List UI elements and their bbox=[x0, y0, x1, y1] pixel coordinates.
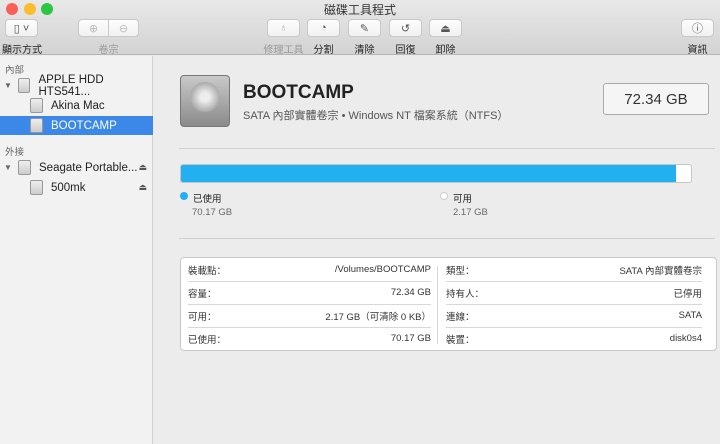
erase-label: 清除 bbox=[354, 45, 375, 56]
add-volume-icon: ⊕ bbox=[88, 22, 99, 35]
hard-disk-icon bbox=[180, 75, 230, 127]
item-label: Seagate Portable... bbox=[39, 161, 138, 174]
free-label: 可用 bbox=[453, 194, 473, 205]
unmount-label: 卸除 bbox=[435, 45, 456, 56]
detail-row: 持有人： 已停用 bbox=[446, 288, 702, 300]
eject-icon[interactable]: ⏏ bbox=[138, 162, 147, 173]
item-label: Akina Mac bbox=[51, 99, 105, 112]
free-value: 2.17 GB bbox=[453, 207, 488, 218]
detail-row: 已使用： 70.17 GB bbox=[188, 333, 431, 346]
eject-icon[interactable]: ⏏ bbox=[138, 182, 147, 193]
hdd-icon bbox=[18, 78, 31, 93]
volume-name: BOOTCAMP bbox=[243, 82, 354, 103]
volume-subtitle: SATA 內部實體卷宗 • Windows NT 檔案系統（NTFS） bbox=[243, 110, 509, 122]
disclosure-triangle-icon[interactable]: ▼ bbox=[4, 81, 12, 90]
stethoscope-icon: ♁ bbox=[279, 22, 288, 34]
erase-icon: ✎ bbox=[359, 22, 370, 35]
remove-volume-icon: ⊖ bbox=[118, 22, 129, 35]
detail-row: 類型： SATA 內部實體卷宗 bbox=[446, 265, 702, 277]
main-panel: BOOTCAMP SATA 內部實體卷宗 • Windows NT 檔案系統（N… bbox=[154, 56, 720, 444]
sidebar-item-500mk[interactable]: 500mk ⏏ bbox=[0, 178, 153, 197]
item-label: BOOTCAMP bbox=[51, 119, 117, 132]
usage-bar-used bbox=[181, 165, 676, 182]
disclosure-triangle-icon[interactable]: ▼ bbox=[4, 163, 12, 172]
restore-button[interactable]: ↺ bbox=[389, 19, 422, 37]
erase-button[interactable]: ✎ bbox=[348, 19, 381, 37]
volume-icon bbox=[30, 118, 43, 133]
used-value: 70.17 GB bbox=[192, 207, 233, 218]
view-label: 顯示方式 bbox=[2, 45, 42, 56]
used-legend-dot bbox=[180, 192, 188, 200]
divider bbox=[179, 238, 715, 239]
sidebar-icon: ▯ ˅ bbox=[13, 22, 30, 35]
item-label: APPLE HDD HTS541... bbox=[38, 73, 104, 98]
restore-icon: ↺ bbox=[400, 22, 411, 35]
volume-icon bbox=[30, 98, 43, 113]
external-disk-icon bbox=[18, 160, 31, 175]
partition-button[interactable]: ◔ bbox=[307, 19, 340, 37]
detail-row: 容量： 72.34 GB bbox=[188, 287, 431, 300]
partition-label: 分割 bbox=[313, 45, 334, 56]
detail-row: 可用： 2.17 GB（可清除 0 KB） bbox=[188, 311, 431, 323]
volume-label: 卷宗 bbox=[98, 45, 119, 56]
view-button[interactable]: ▯ ˅ bbox=[5, 19, 38, 37]
sidebar: 內部 ▼ APPLE HDD HTS541... Akina Mac BOOTCA… bbox=[0, 56, 153, 444]
free-legend-dot bbox=[440, 192, 448, 200]
window-title: 磁碟工具程式 bbox=[323, 3, 396, 17]
first-aid-label: 修理工具 bbox=[263, 45, 304, 56]
item-label: 500mk bbox=[51, 181, 86, 194]
unmount-button[interactable]: ⏏ bbox=[429, 19, 462, 37]
used-label: 已使用 bbox=[193, 194, 222, 205]
title-toolbar: 磁碟工具程式 ▯ ˅ 顯示方式 ⊕ ⊖ 卷宗 ♁ 修理工具 ◔ 分割 ✎ 清除 … bbox=[0, 0, 720, 56]
external-disk-icon bbox=[30, 180, 43, 195]
detail-row: 裝置： disk0s4 bbox=[446, 333, 702, 346]
pie-icon: ◔ bbox=[320, 22, 327, 34]
info-icon: ⓘ bbox=[692, 23, 703, 35]
section-external: 外接 bbox=[5, 147, 25, 158]
sidebar-item-apple-hdd[interactable]: ▼ APPLE HDD HTS541... bbox=[0, 73, 153, 98]
detail-row: 裝載點：/Volumes/BOOTCAMP bbox=[188, 264, 431, 277]
details-table: 裝載點：/Volumes/BOOTCAMP 容量： 72.34 GB 可用： 2.1… bbox=[180, 257, 717, 351]
add-volume-button[interactable]: ⊕ bbox=[78, 19, 109, 37]
remove-volume-button[interactable]: ⊖ bbox=[108, 19, 139, 37]
divider bbox=[179, 148, 715, 149]
first-aid-button[interactable]: ♁ bbox=[267, 19, 300, 37]
capacity-box: 72.34 GB bbox=[603, 83, 709, 115]
info-button[interactable]: ⓘ bbox=[681, 19, 714, 37]
usage-bar bbox=[180, 164, 692, 183]
sidebar-item-akina-mac[interactable]: Akina Mac bbox=[0, 96, 153, 115]
restore-label: 回復 bbox=[395, 45, 416, 56]
sidebar-item-bootcamp[interactable]: BOOTCAMP bbox=[0, 116, 153, 135]
sidebar-item-seagate[interactable]: ▼ Seagate Portable... ⏏ bbox=[0, 158, 153, 177]
detail-row: 連線： SATA bbox=[446, 310, 702, 323]
section-internal: 內部 bbox=[5, 65, 25, 76]
unmount-icon: ⏏ bbox=[440, 22, 451, 35]
info-label: 資訊 bbox=[687, 45, 708, 56]
